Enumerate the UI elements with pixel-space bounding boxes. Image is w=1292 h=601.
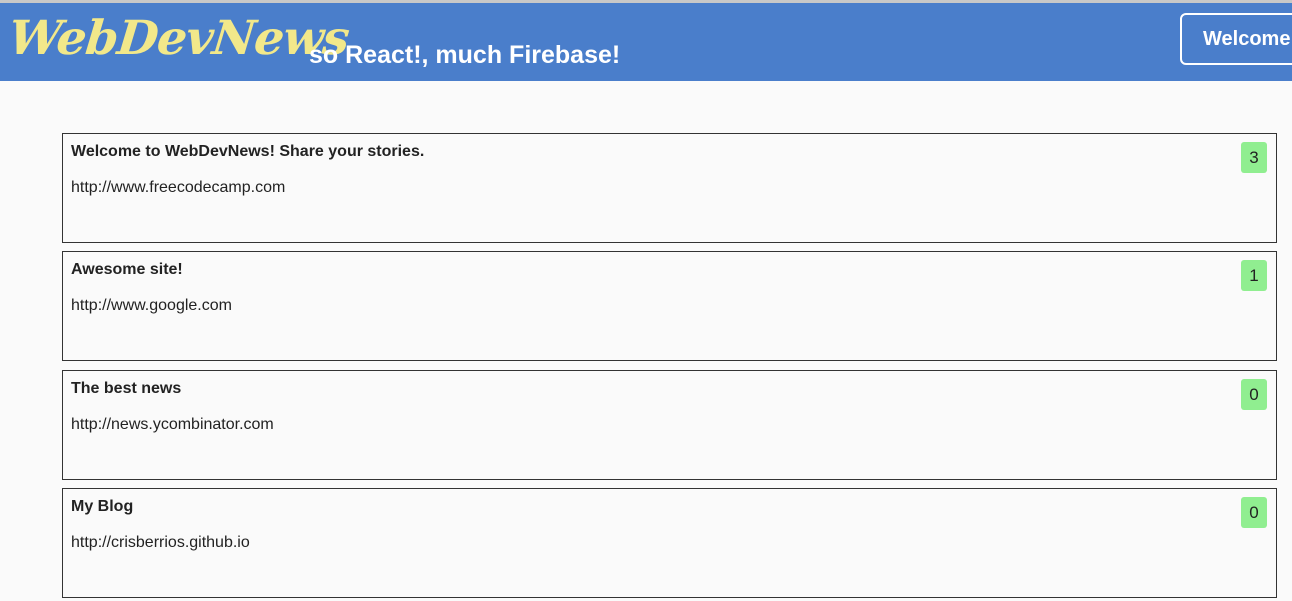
story-card: The best news http://news.ycombinator.co…: [62, 370, 1277, 480]
story-title[interactable]: Awesome site!: [71, 261, 183, 279]
vote-count-badge[interactable]: 0: [1241, 379, 1267, 410]
welcome-button[interactable]: Welcome: [1180, 13, 1292, 65]
vote-count-badge[interactable]: 3: [1241, 142, 1267, 173]
story-title[interactable]: The best news: [71, 380, 181, 398]
site-tagline: so React!, much Firebase!: [309, 41, 621, 69]
vote-count-badge[interactable]: 0: [1241, 497, 1267, 528]
story-card: My Blog http://crisberrios.github.io 0: [62, 488, 1277, 598]
story-card: Welcome to WebDevNews! Share your storie…: [62, 133, 1277, 243]
site-logo[interactable]: WebDevNews: [6, 11, 351, 66]
story-url[interactable]: http://www.google.com: [71, 297, 232, 315]
story-title[interactable]: My Blog: [71, 498, 133, 516]
story-url[interactable]: http://news.ycombinator.com: [71, 416, 274, 434]
story-url[interactable]: http://crisberrios.github.io: [71, 534, 250, 552]
header-bar: WebDevNews so React!, much Firebase! Wel…: [0, 3, 1292, 81]
story-title[interactable]: Welcome to WebDevNews! Share your storie…: [71, 143, 424, 161]
story-card: Awesome site! http://www.google.com 1: [62, 251, 1277, 361]
vote-count-badge[interactable]: 1: [1241, 260, 1267, 291]
story-url[interactable]: http://www.freecodecamp.com: [71, 179, 285, 197]
